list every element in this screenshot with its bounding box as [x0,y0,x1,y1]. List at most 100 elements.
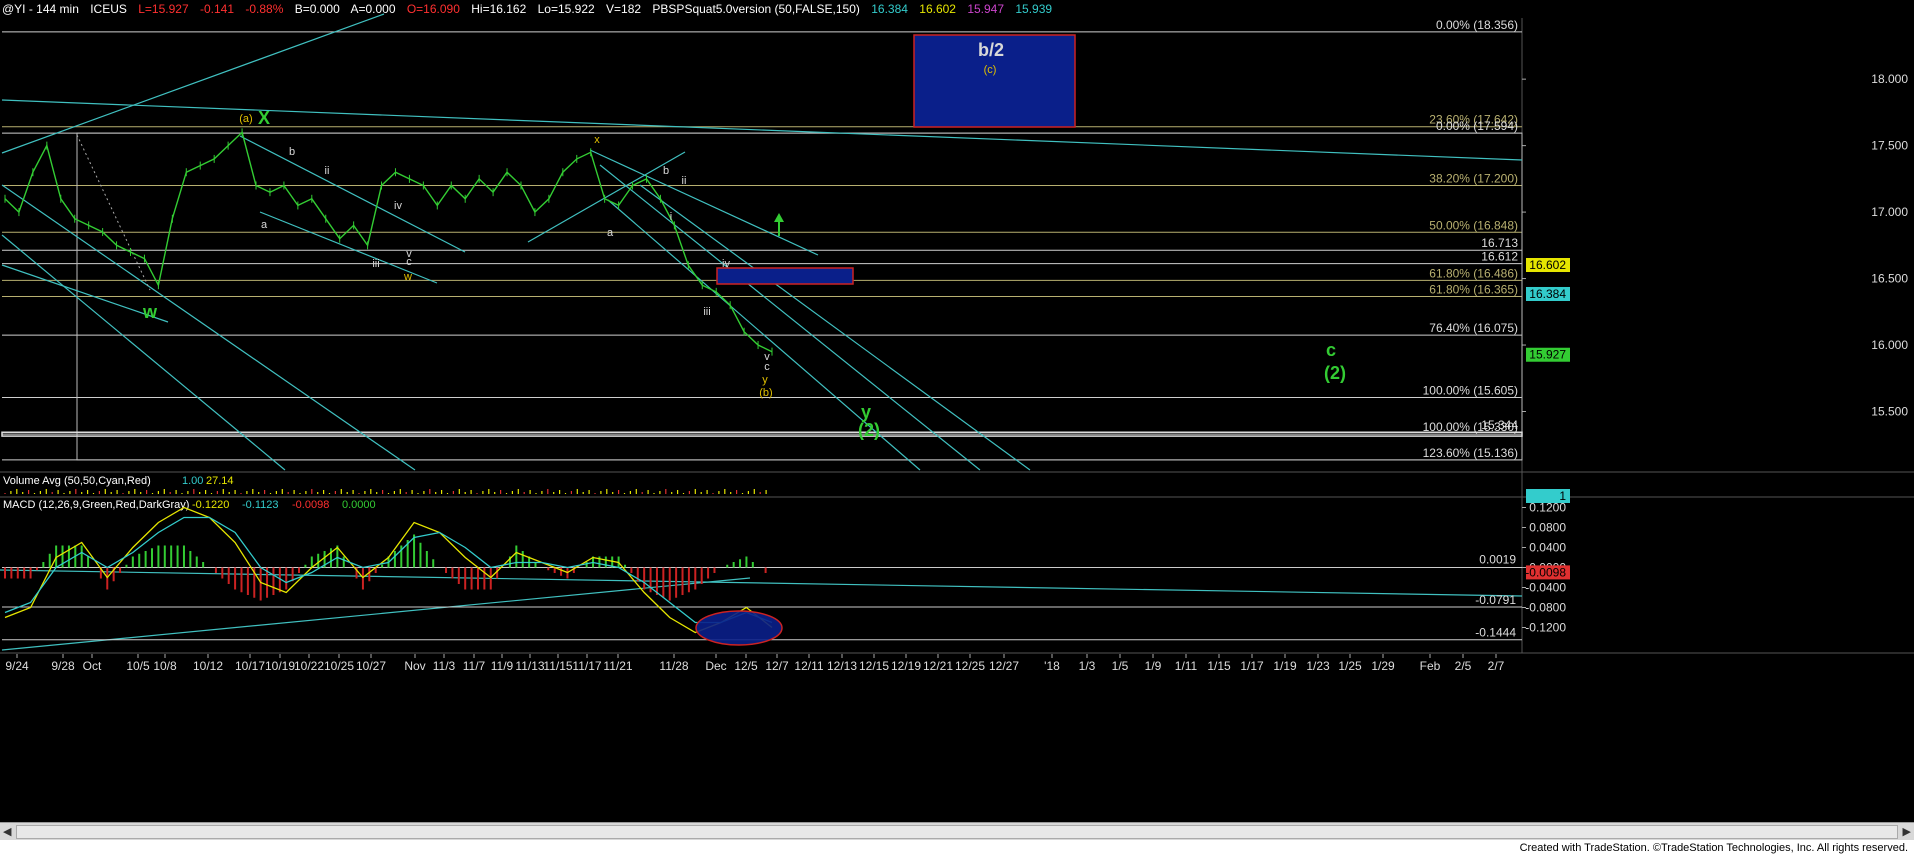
macd-value: 0.0000 [342,499,376,511]
wave-label: b [663,165,669,177]
footer: Created with TradeStation. ©TradeStation… [0,840,1914,856]
macd-value: -0.1220 [192,499,229,511]
wave-label: (a) [239,113,252,125]
y-tick-label: 17.000 [1871,205,1908,219]
fib-level-label: 123.60% (15.136) [1423,446,1518,460]
x-tick-label: Oct [83,659,102,673]
wave-label: X [258,108,270,128]
fib-level-label: 61.80% (16.365) [1429,283,1518,297]
x-tick-label: 1/9 [1145,659,1162,673]
x-tick-label: Nov [404,659,425,673]
x-tick-label: 10/17 [235,659,265,673]
dotted-trendline [76,134,151,291]
macd-value: -0.1123 [242,499,279,511]
macd-y-tick-label: 0.0800 [1529,521,1566,535]
wave-label: y [762,374,768,386]
x-tick-label: 10/27 [356,659,386,673]
fib-level-label: 76.40% (16.075) [1429,321,1518,335]
y-tick-label: 15.500 [1871,405,1908,419]
horizontal-scrollbar[interactable]: ◀ ▶ [0,822,1914,840]
x-tick-label: 12/21 [923,659,953,673]
fib-level-label: 16.713 [1481,236,1518,250]
macd-value: -0.0098 [292,499,329,511]
x-tick-label: 11/13 [515,659,544,673]
macd-y-tick-label: -0.1200 [1525,621,1566,635]
macd-annotation: -0.1444 [1475,626,1516,640]
macd-highlight-ellipse [695,610,783,646]
x-tick-label: 9/24 [5,659,29,673]
volume-value: 1.00 [182,475,203,487]
fib-level-label: 15.344 [1481,418,1518,432]
x-tick-label: 11/21 [603,659,632,673]
x-tick-label: 1/25 [1338,659,1362,673]
macd-badge-label: -0.0098 [1525,565,1566,579]
wave-label: a [261,219,268,231]
wave-label: ii [682,175,687,187]
macd-y-tick-label: -0.0800 [1525,601,1566,615]
y-tick-label: 17.500 [1871,139,1908,153]
y-tick-label: 16.000 [1871,338,1908,352]
x-tick-label: 10/19 [265,659,295,673]
wave-label: b/2 [978,40,1004,60]
scroll-left-icon[interactable]: ◀ [3,825,11,838]
channel-line [589,149,819,256]
x-tick-label: 11/7 [463,659,486,673]
footer-credit: Created with TradeStation. ©TradeStation… [1519,842,1908,854]
fib-level-label: 0.00% (18.356) [1436,18,1518,32]
fib-level-label: 100.00% (15.605) [1423,384,1518,398]
channel-line [1,99,1523,161]
macd-y-tick-label: 0.0400 [1529,541,1566,555]
x-tick-label: 11/3 [433,659,456,673]
x-tick-label: 11/28 [659,659,688,673]
fib-level-label: 61.80% (16.486) [1429,266,1518,280]
x-tick-label: 12/7 [765,659,789,673]
wave-label: (c) [984,64,997,76]
x-tick-label: 12/25 [955,659,985,673]
scroll-thumb[interactable] [16,825,1898,839]
price-badge-label: 16.602 [1529,258,1566,272]
macd-y-tick-label: -0.0400 [1525,581,1566,595]
channel-line [1,184,416,471]
wave-label: x [594,134,600,146]
wave-label: ii [325,165,330,177]
fib-level-label: 0.00% (17.594) [1436,119,1518,133]
y-tick-label: 16.500 [1871,272,1908,286]
macd-y-tick-label: 0.1200 [1529,501,1566,515]
channel-line [639,184,1031,471]
price-chart[interactable]: 18.000 17.500 17.000 16.500 16.000 15.500 0.00… [0,0,1914,822]
x-tick-label: 10/12 [193,659,223,673]
channel-line [599,164,981,471]
macd-annotation: 0.0019 [1479,553,1516,567]
channel-line [1,13,385,154]
scroll-right-icon[interactable]: ▶ [1903,825,1911,838]
wave-label: iv [722,258,730,270]
x-tick-label: 1/11 [1175,659,1198,673]
fib-level-label: 16.612 [1481,250,1518,264]
channel-line [239,135,466,253]
wave-label: c [406,256,412,268]
x-tick-label: 1/15 [1207,659,1231,673]
x-tick-label: 12/11 [794,659,823,673]
channel-line [1,234,286,471]
wave-label: (2) [1324,363,1346,383]
x-tick-label: 10/25 [324,659,354,673]
x-tick-label: 12/27 [989,659,1019,673]
x-tick-label: 1/17 [1240,659,1264,673]
x-tick-label: 11/15 [543,659,572,673]
y-tick-label: 18.000 [1871,72,1908,86]
target-box-small [716,267,854,285]
x-tick-label: 11/17 [572,659,601,673]
x-tick-label: 10/5 [126,659,150,673]
x-tick-label: 2/5 [1455,659,1472,673]
x-tick-label: 1/23 [1306,659,1330,673]
fib-level-label: 50.00% (16.848) [1429,218,1518,232]
price-badge-label: 16.384 [1529,287,1566,301]
wave-label: b [289,146,295,158]
x-tick-label: '18 [1044,659,1060,673]
x-tick-label: 1/3 [1079,659,1096,673]
wave-label: iii [703,306,710,318]
wave-label: i [670,211,672,223]
x-tick-label: 10/22 [294,659,324,673]
price-badge-label: 15.927 [1529,348,1566,362]
x-tick-label: 1/19 [1273,659,1297,673]
